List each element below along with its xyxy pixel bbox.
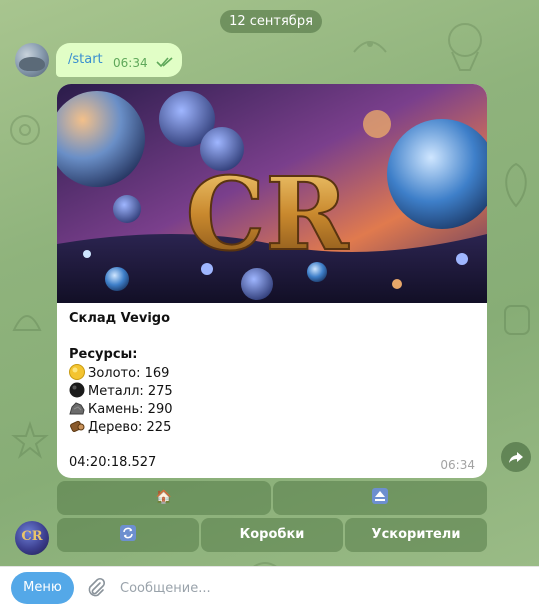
message-input-bar: Меню <box>0 566 539 609</box>
message-image[interactable]: CR <box>57 84 487 303</box>
bot-avatar-text: CR <box>21 529 43 544</box>
rock-icon <box>69 402 85 415</box>
double-check-icon <box>156 57 173 68</box>
wood-icon <box>70 420 85 433</box>
menu-button[interactable]: Меню <box>11 572 74 604</box>
doodle-icon <box>11 420 49 459</box>
resource-metal: Металл: 275 <box>69 382 173 399</box>
metal-ball-icon <box>69 382 85 398</box>
forward-button[interactable] <box>501 442 531 472</box>
date-separator: 12 сентября <box>220 10 322 33</box>
resource-stone: Камень: 290 <box>69 400 173 417</box>
resources-header: Ресурсы: <box>69 347 138 362</box>
bot-message-time: 06:34 <box>440 458 475 472</box>
bot-avatar[interactable]: CR <box>15 521 49 555</box>
doodle-icon <box>353 41 387 53</box>
resource-label: Дерево: 225 <box>88 420 172 435</box>
refresh-icon <box>120 525 136 541</box>
gold-coin-icon <box>69 364 85 380</box>
outgoing-message[interactable]: /start 06:34 <box>56 43 182 77</box>
resource-label: Камень: 290 <box>88 402 173 417</box>
resource-wood: Дерево: 225 <box>69 418 171 435</box>
message-timer: 04:20:18.527 <box>69 455 157 470</box>
keyboard-button-home[interactable]: 🏠 <box>57 481 271 515</box>
keyboard-button-eject[interactable] <box>273 481 487 515</box>
doodle-icon <box>448 23 482 71</box>
outgoing-message-text[interactable]: /start <box>68 52 103 67</box>
message-title: Склад Vevigo <box>69 311 171 326</box>
resource-gold: Золото: 169 <box>69 364 169 381</box>
doodle-icon <box>505 162 527 208</box>
eject-icon <box>372 488 388 504</box>
user-avatar[interactable] <box>15 43 49 77</box>
forward-icon <box>509 452 523 463</box>
message-input[interactable] <box>120 575 520 601</box>
image-logo-text: CR <box>186 155 350 273</box>
outgoing-message-time: 06:34 <box>113 56 148 70</box>
doodle-icon <box>10 115 40 145</box>
resource-label: Металл: 275 <box>88 384 173 399</box>
resource-label: Золото: 169 <box>88 366 170 381</box>
bot-message[interactable]: CR Склад Vevigo Ресурсы: Золото: 169 Мет… <box>57 84 487 478</box>
keyboard-button-boxes[interactable]: Коробки <box>201 518 343 552</box>
doodle-icon <box>12 315 42 331</box>
paperclip-icon[interactable] <box>85 577 107 599</box>
keyboard-button-boosters[interactable]: Ускорители <box>345 518 487 552</box>
keyboard-button-refresh[interactable] <box>57 518 199 552</box>
house-icon: 🏠 <box>155 490 173 505</box>
doodle-icon <box>504 305 530 335</box>
